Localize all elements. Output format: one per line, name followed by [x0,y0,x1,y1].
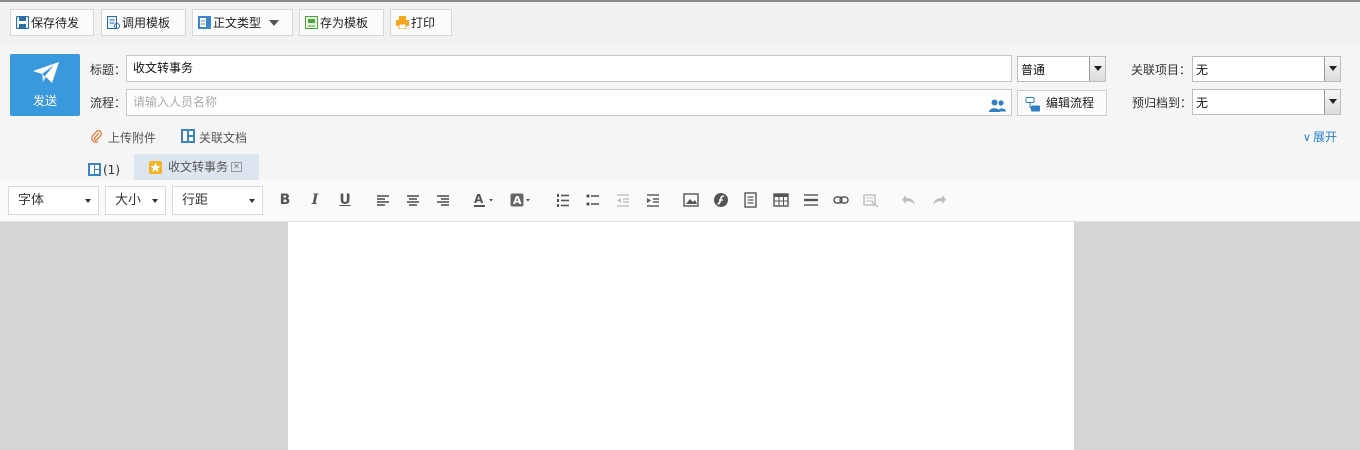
italic-button[interactable]: I [307,192,323,208]
chevron-down-icon [269,19,280,26]
chevron-down-icon [1324,90,1340,114]
font-family-label: 字体 [18,193,45,208]
body-type-dropdown[interactable]: 正文类型 [192,9,293,36]
document-tab-label: 收文转事务 [168,160,229,174]
underline-button[interactable]: U [337,192,353,208]
printer-icon [396,16,409,29]
paper-plane-icon [33,62,59,87]
priority-select[interactable]: 普通 [1017,56,1106,82]
priority-value: 普通 [1021,63,1046,77]
flow-input[interactable]: 请输入人员名称 [126,89,1012,116]
insert-image-icon[interactable] [683,192,699,208]
redo-icon[interactable] [931,192,947,208]
document-tab[interactable]: 收文转事务 ✕ [134,154,259,180]
save-as-template-label: 存为模板 [320,16,369,30]
form-header: 发送 标题： 收文转事务 普通 关联项目： 无 流程： 请输入人员名称 编辑流程… [0,44,1360,180]
flow-label: 流程： [90,96,127,110]
archive-label: 预归档到： [1132,96,1193,110]
document-count: (1) [88,163,120,179]
align-left-icon[interactable] [375,192,391,208]
document-list-icon [88,163,101,179]
edit-flow-button[interactable]: 编辑流程 [1017,90,1107,116]
document-count-value: (1) [103,163,120,177]
related-project-select[interactable]: 无 [1192,56,1341,82]
chevron-down-icon [1324,57,1340,81]
svg-text:A: A [474,192,484,206]
upload-attachment-label: 上传附件 [108,131,157,145]
title-input[interactable]: 收文转事务 [126,55,1012,82]
save-draft-label: 保存待发 [31,16,80,30]
indent-icon[interactable] [645,192,661,208]
template-icon [107,16,120,29]
outdent-icon[interactable] [615,192,631,208]
document-type-icon [198,16,211,29]
print-label: 打印 [411,16,436,30]
editor-toolbar: 字体 大小 行距 B I U A A [0,180,1360,222]
align-right-icon[interactable] [435,192,451,208]
upload-attachment-link[interactable]: 上传附件 [90,129,156,146]
document-body-editor[interactable] [288,222,1074,450]
insert-flash-icon[interactable] [713,192,729,208]
double-chevron-down-icon: ∨ [1302,131,1311,144]
insert-table-icon[interactable] [773,192,789,208]
flow-chart-icon [1025,96,1041,120]
highlight-color-icon[interactable]: A [510,192,534,208]
edit-flow-label: 编辑流程 [1046,96,1095,110]
bullet-list-icon[interactable] [585,192,601,208]
archive-value: 无 [1196,96,1209,110]
archive-select[interactable]: 无 [1192,89,1341,115]
paperclip-icon [90,129,103,146]
save-template-icon [305,16,318,29]
flow-placeholder: 请输入人员名称 [133,95,218,109]
related-document-label: 关联文档 [199,131,248,145]
unlink-icon[interactable] [863,192,879,208]
send-button[interactable]: 发送 [10,54,80,116]
save-icon [16,16,29,29]
star-icon [149,161,162,174]
use-template-button[interactable]: 调用模板 [101,9,186,36]
related-document-link[interactable]: 关联文档 [181,129,247,146]
save-draft-button[interactable]: 保存待发 [10,9,94,36]
expand-label: 展开 [1312,130,1337,144]
font-color-icon[interactable]: A [473,192,497,208]
horizontal-rule-icon[interactable] [803,192,819,208]
select-people-icon[interactable] [989,96,1006,121]
ordered-list-icon[interactable] [555,192,571,208]
font-family-select[interactable]: 字体 [8,186,99,215]
insert-link-icon[interactable] [833,192,849,208]
expand-toggle[interactable]: ∨ 展开 [1303,128,1337,145]
title-label: 标题： [90,63,127,77]
top-toolbar: 保存待发 调用模板 正文类型 存为模板 打印 [0,2,1360,44]
bold-button[interactable]: B [277,192,293,208]
save-as-template-button[interactable]: 存为模板 [299,9,384,36]
line-spacing-label: 行距 [182,193,209,208]
font-size-label: 大小 [115,193,142,208]
related-project-value: 无 [1196,63,1209,77]
linked-document-icon [181,129,195,146]
send-label: 发送 [32,94,57,108]
related-project-label: 关联项目： [1131,63,1192,77]
svg-text:A: A [513,194,522,207]
font-size-select[interactable]: 大小 [105,186,166,215]
insert-file-icon[interactable] [743,192,759,208]
undo-icon[interactable] [901,192,917,208]
chevron-down-icon [1089,57,1105,81]
use-template-label: 调用模板 [122,16,171,30]
close-icon[interactable]: ✕ [231,162,242,172]
body-type-label: 正文类型 [213,16,262,30]
line-spacing-select[interactable]: 行距 [172,186,263,215]
align-center-icon[interactable] [405,192,421,208]
print-button[interactable]: 打印 [390,9,452,36]
